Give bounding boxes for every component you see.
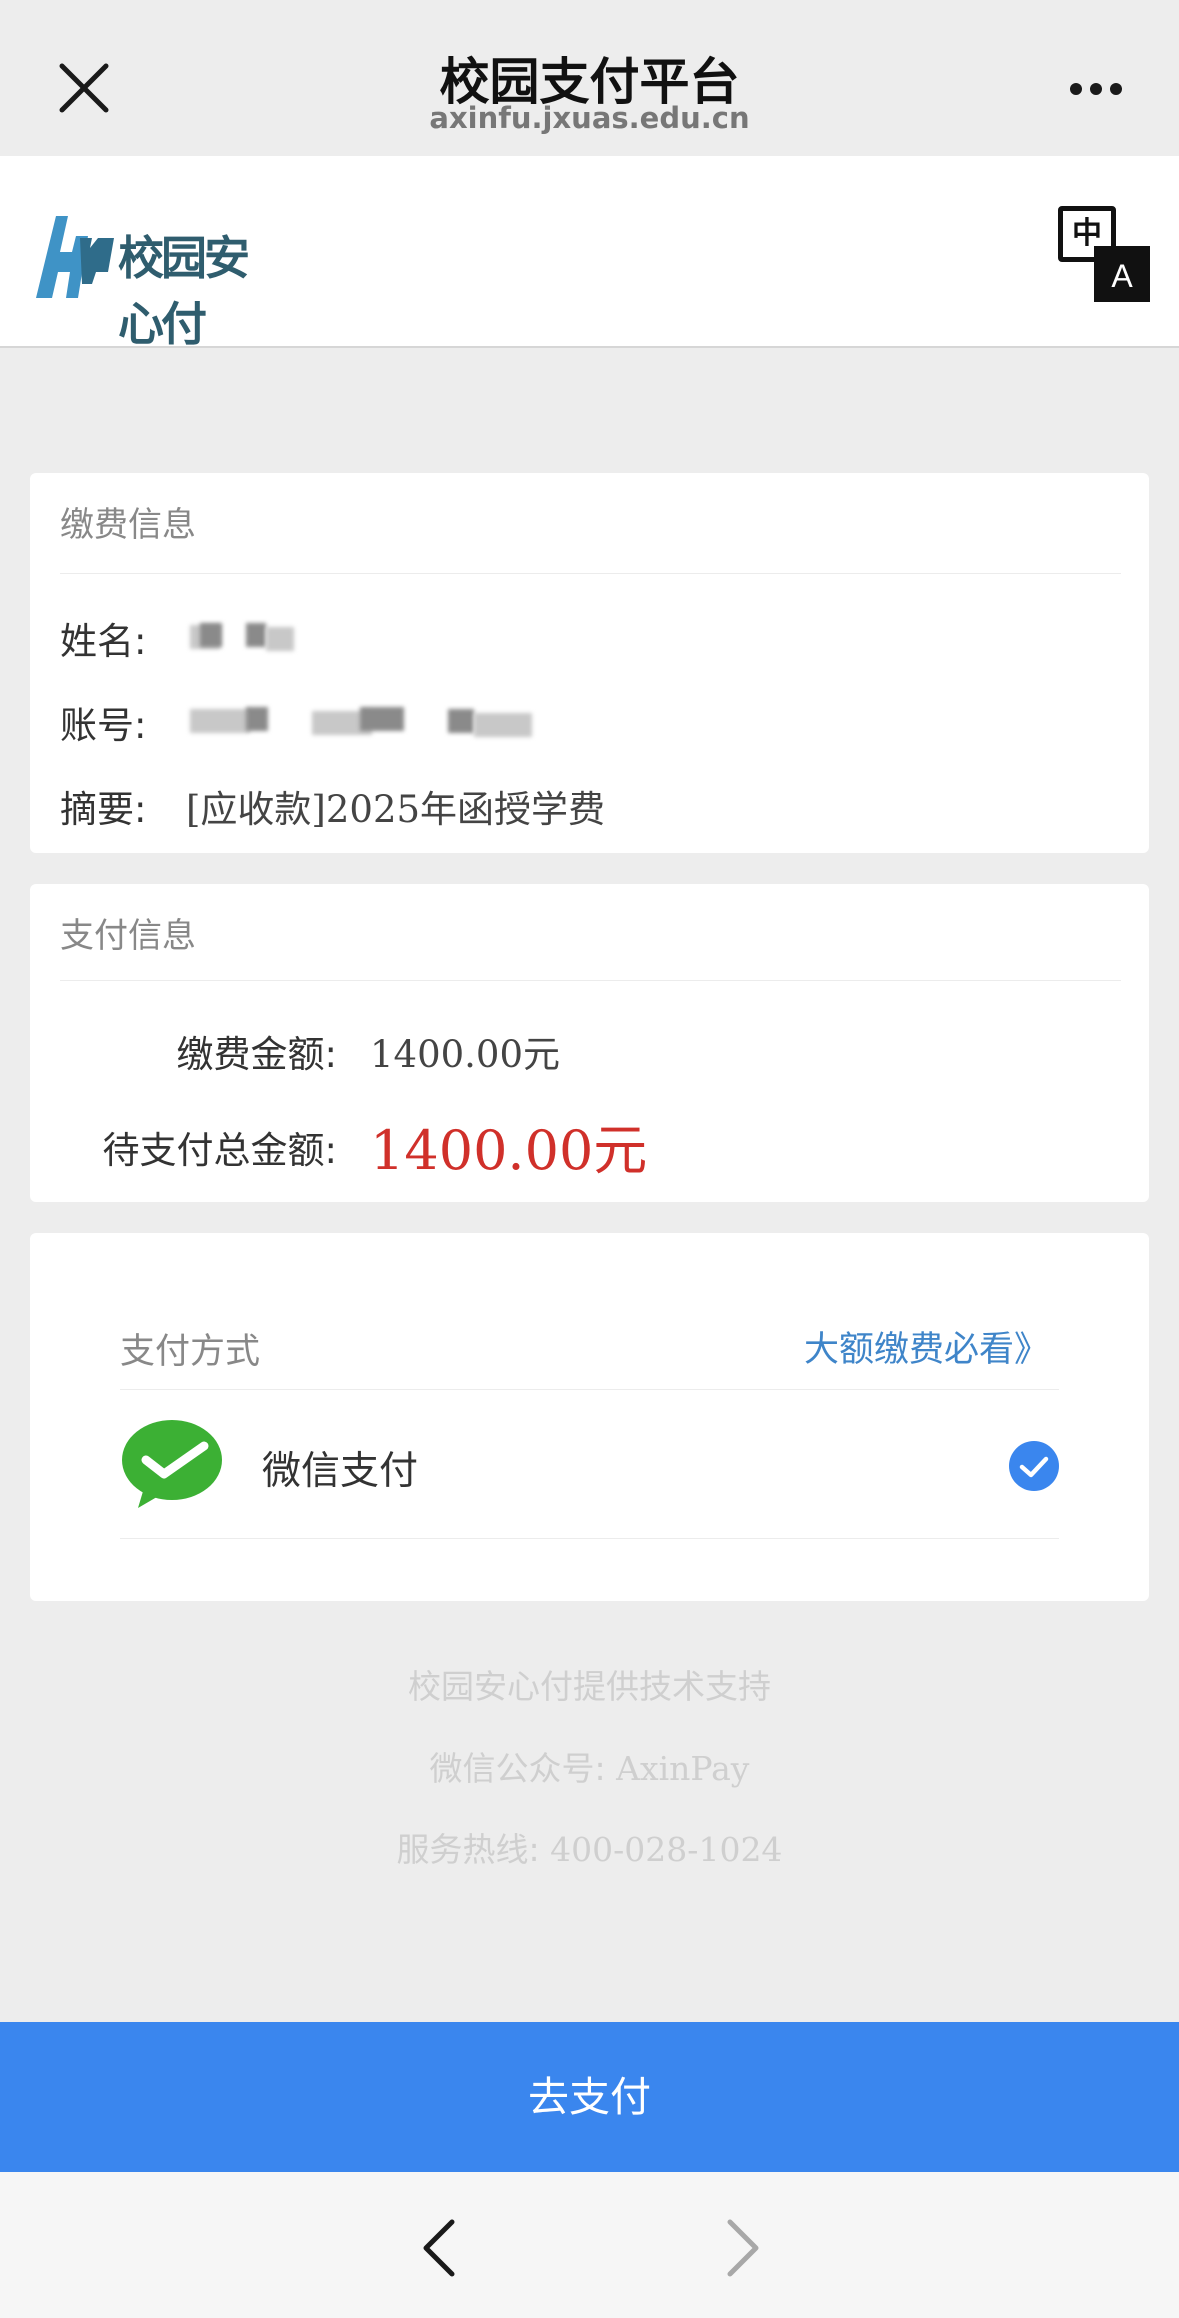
total-amount-value: 1400.00元 [370,1119,648,1182]
total-amount-label: 待支付总金额: [102,1129,337,1172]
forward-arrow-icon[interactable] [718,2218,766,2278]
fee-info-title: 缴费信息 [60,505,196,545]
name-label: 姓名: [60,620,147,663]
divider [60,573,1121,574]
payment-method-title: 支付方式 [120,1332,261,1372]
axinfu-logo: 校园安心付 [34,202,274,351]
page-domain: axinfu.jxuas.edu.cn [429,101,750,135]
wechat-account-label: 微信公众号: [429,1749,606,1788]
page: 校园支付平台 axinfu.jxuas.edu.cn 校园安心付 中 A 缴费信… [0,0,1179,2318]
translate-icon[interactable]: 中 A [1058,206,1150,302]
back-arrow-icon[interactable] [416,2218,464,2278]
wechat-pay-option[interactable]: 微信支付 [120,1388,1060,1538]
translate-en-glyph: A [1094,246,1150,302]
fee-amount-value: 1400.00元 [370,1033,561,1076]
account-label: 账号: [60,704,147,747]
summary-label: 摘要: [60,788,147,831]
payment-info-title: 支付信息 [60,916,196,956]
check-circle-icon[interactable] [1008,1440,1060,1492]
axinfu-logo-mark [36,216,114,298]
payment-method-card: 支付方式 大额缴费必看》 微信支付 [30,1233,1149,1601]
wechat-bottom-bar [0,2172,1179,2318]
wechat-account-value: AxinPay [616,1749,750,1788]
divider [60,980,1121,981]
hotline-value: 400-028-1024 [550,1830,783,1869]
hotline-label: 服务热线: [396,1830,540,1869]
logo-text: 校园安心付 [118,231,250,351]
pay-button[interactable]: 去支付 [0,2022,1179,2172]
hotline-line: 服务热线: 400-028-1024 [0,1823,1179,1871]
wechat-pay-icon [120,1416,224,1510]
wechat-account-line: 微信公众号: AxinPay [0,1742,1179,1790]
site-header: 校园安心付 中 A [0,156,1179,351]
fee-info-card: 缴费信息 姓名: 账号: 摘要: [应收款]2025年函授学费 [30,473,1149,853]
large-payment-note-link[interactable]: 大额缴费必看》 [804,1321,1049,1372]
fee-amount-label: 缴费金额: [176,1033,337,1076]
more-icon[interactable] [1068,80,1124,100]
divider [120,1538,1059,1539]
wechat-nav-bar: 校园支付平台 axinfu.jxuas.edu.cn [0,0,1179,156]
payment-info-card: 支付信息 缴费金额: 1400.00元 待支付总金额: 1400.00元 [30,884,1149,1202]
wechat-pay-label: 微信支付 [262,1449,419,1494]
summary-value: [应收款]2025年函授学费 [186,788,606,831]
tech-support-text: 校园安心付提供技术支持 [408,1667,771,1706]
